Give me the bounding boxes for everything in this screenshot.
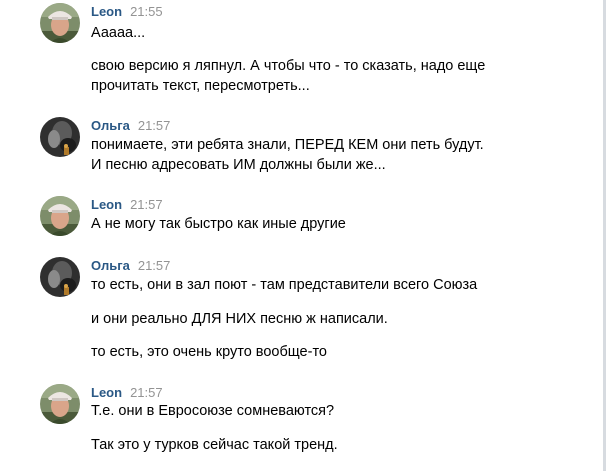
leon-avatar[interactable] bbox=[40, 3, 80, 43]
olga-avatar[interactable] bbox=[40, 117, 80, 157]
leon-avatar-image bbox=[40, 196, 80, 236]
author-name[interactable]: Leon bbox=[91, 385, 122, 400]
message-time[interactable]: 21:57 bbox=[130, 385, 163, 400]
leon-avatar-image bbox=[40, 3, 80, 43]
olga-avatar-image bbox=[40, 257, 80, 297]
message-text: прочитать текст, пересмотреть... bbox=[91, 78, 310, 94]
leon-avatar[interactable] bbox=[40, 196, 80, 236]
message-text: Ааааа... bbox=[91, 25, 146, 41]
message-text: то есть, это очень круто вообще-то bbox=[91, 344, 327, 360]
olga-avatar[interactable] bbox=[40, 257, 80, 297]
message-time[interactable]: 21:57 bbox=[138, 118, 171, 133]
author-name[interactable]: Ольга bbox=[91, 258, 130, 273]
leon-avatar-image bbox=[40, 384, 80, 424]
message-text: И песню адресовать ИМ должны были же... bbox=[91, 157, 386, 173]
message-time[interactable]: 21:57 bbox=[130, 197, 163, 212]
message-header: Ольга 21:57 bbox=[91, 117, 170, 135]
message-text: то есть, они в зал поют - там представит… bbox=[91, 277, 478, 293]
author-name[interactable]: Ольга bbox=[91, 118, 130, 133]
message-text: и они реально ДЛЯ НИХ песню ж написали. bbox=[91, 311, 388, 327]
olga-avatar-image bbox=[40, 117, 80, 157]
author-name[interactable]: Leon bbox=[91, 4, 122, 19]
message-text: свою версию я ляпнул. А чтобы что - то с… bbox=[91, 58, 486, 74]
message-text: понимаете, эти ребята знали, ПЕРЕД КЕМ о… bbox=[91, 137, 484, 153]
message-header: Leon 21:55 bbox=[91, 3, 163, 21]
message-text: Так это у турков сейчас такой тренд. bbox=[91, 437, 338, 453]
author-name[interactable]: Leon bbox=[91, 197, 122, 212]
message-header: Ольга 21:57 bbox=[91, 257, 170, 275]
message-text: Т.е. они в Евросоюзе сомневаются? bbox=[91, 403, 335, 419]
message-time[interactable]: 21:57 bbox=[138, 258, 171, 273]
message-time[interactable]: 21:55 bbox=[130, 4, 163, 19]
message-text: А не могу так быстро как иные другие bbox=[91, 216, 346, 232]
chat-history: Leon 21:55 Ааааа... свою версию я ляпнул.… bbox=[0, 0, 606, 471]
message-header: Leon 21:57 bbox=[91, 384, 163, 402]
message-header: Leon 21:57 bbox=[91, 196, 163, 214]
leon-avatar[interactable] bbox=[40, 384, 80, 424]
